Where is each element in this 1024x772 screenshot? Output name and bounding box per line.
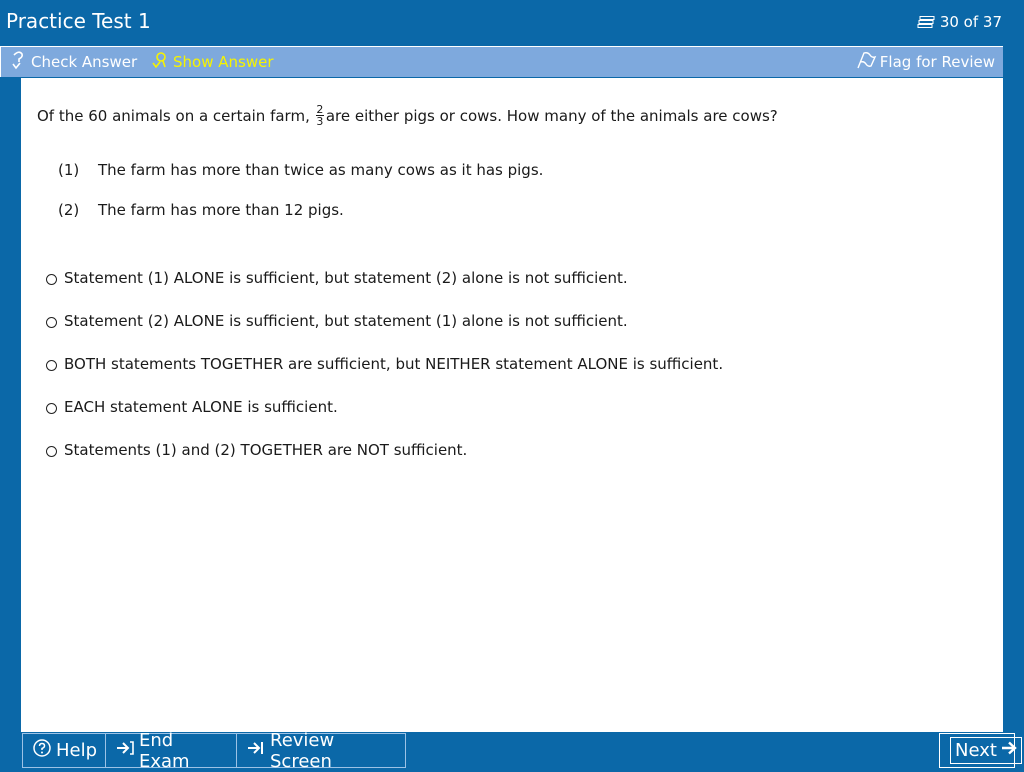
radio-button[interactable] — [46, 317, 57, 328]
arrow-to-bar-icon — [247, 740, 265, 761]
answer-choice-1[interactable]: Statement (1) ALONE is sufficient, but s… — [46, 269, 628, 287]
review-screen-label: Review Screen — [270, 729, 335, 772]
end-exam-button[interactable]: End Exam — [105, 730, 237, 772]
show-answer-button[interactable]: Show Answer — [151, 47, 274, 77]
answer-choice-2[interactable]: Statement (2) ALONE is sufficient, but s… — [46, 312, 628, 330]
check-answer-label: Check Answer — [31, 53, 138, 71]
question-progress: 30 of 37 — [917, 13, 1002, 31]
statement-2: (2) The farm has more than 12 pigs. — [58, 201, 344, 219]
check-answer-button[interactable]: Check Answer — [11, 47, 137, 77]
choice-text: EACH statement ALONE is sufficient. — [64, 398, 338, 416]
show-answer-icon — [151, 51, 169, 73]
progress-text: 30 of 37 — [939, 13, 1002, 31]
next-label: Next — [955, 740, 997, 761]
question-stem-end: are either pigs or cows. How many of the… — [325, 106, 778, 125]
help-label: Help — [56, 740, 98, 761]
question-stem-start: Of the 60 animals on a certain farm, — [37, 106, 310, 125]
title-bar: Practice Test 1 30 of 37 — [0, 0, 1024, 44]
choice-text: Statement (2) ALONE is sufficient, but s… — [64, 312, 628, 330]
choice-text: Statements (1) and (2) TOGETHER are NOT … — [64, 441, 468, 459]
question-stem: Of the 60 animals on a certain farm, 2 3… — [37, 104, 778, 127]
end-exam-label: End Exam — [139, 729, 190, 772]
statement-text: The farm has more than 12 pigs. — [98, 201, 344, 219]
flag-for-review-label: Flag for Review — [879, 53, 995, 71]
radio-button[interactable] — [46, 403, 57, 414]
fraction-denominator: 3 — [316, 115, 324, 128]
radio-button[interactable] — [46, 360, 57, 371]
choice-text: Statement (1) ALONE is sufficient, but s… — [64, 269, 628, 287]
review-screen-button[interactable]: Review Screen — [236, 730, 406, 772]
radio-button[interactable] — [46, 446, 57, 457]
radio-button[interactable] — [46, 274, 57, 285]
show-answer-label: Show Answer — [173, 53, 274, 71]
progress-icon — [917, 16, 935, 28]
statement-1: (1) The farm has more than twice as many… — [58, 161, 543, 179]
fraction: 2 3 — [315, 103, 324, 128]
bottom-navigation-bar: Help End Exam Review Screen Next — [0, 730, 1024, 772]
next-button-inner[interactable]: Next — [950, 737, 1022, 764]
flag-icon — [856, 51, 877, 73]
statement-text: The farm has more than twice as many cow… — [98, 161, 544, 179]
question-panel: Of the 60 animals on a certain farm, 2 3… — [21, 78, 1003, 732]
check-icon — [11, 51, 27, 73]
fraction-numerator: 2 — [316, 103, 324, 116]
statement-number: (2) — [58, 201, 80, 219]
help-icon — [33, 739, 51, 762]
flag-for-review-button[interactable]: Flag for Review — [856, 47, 995, 77]
answer-choice-3[interactable]: BOTH statements TOGETHER are sufficient,… — [46, 355, 723, 373]
next-button[interactable]: Next — [939, 733, 1022, 768]
answer-choice-4[interactable]: EACH statement ALONE is sufficient. — [46, 398, 338, 416]
arrow-right-icon — [1001, 740, 1017, 761]
exit-arrow-icon — [116, 740, 134, 761]
help-button[interactable]: Help — [22, 733, 106, 768]
statement-number: (1) — [58, 161, 80, 179]
answer-choice-5[interactable]: Statements (1) and (2) TOGETHER are NOT … — [46, 441, 467, 459]
page-title: Practice Test 1 — [6, 9, 151, 33]
choice-text: BOTH statements TOGETHER are sufficient,… — [64, 355, 724, 373]
toolbar: Check Answer Show Answer Flag for Review — [0, 46, 1003, 77]
